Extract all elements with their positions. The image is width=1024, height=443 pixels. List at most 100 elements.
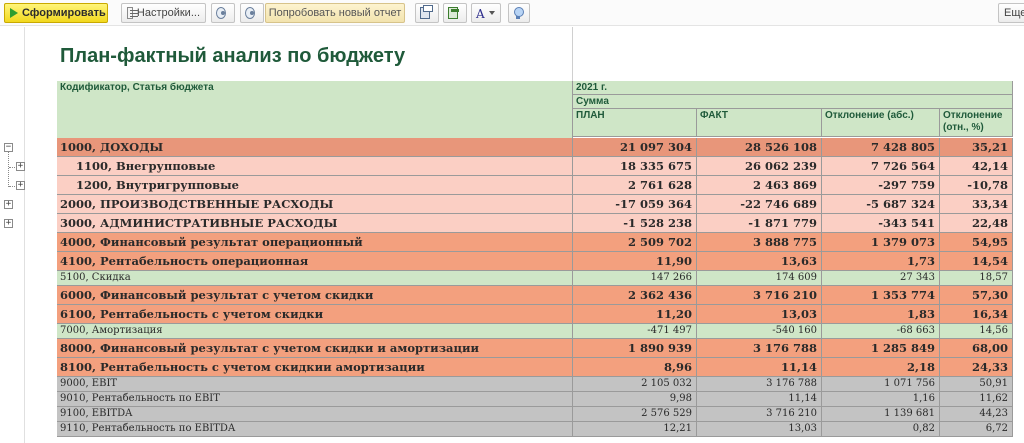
generate-button[interactable]: Сформировать [4,3,108,23]
row-cell-rel[interactable]: 44,23 [940,407,1013,422]
row-label[interactable]: 9110, Рентабельность по EBITDA [57,422,573,437]
row-cell-plan[interactable]: -17 059 364 [573,195,697,214]
row-cell-abs[interactable]: -5 687 324 [822,195,940,214]
row-cell-plan[interactable]: 1 890 939 [573,339,697,358]
row-label[interactable]: 6100, Рентабельность с учетом скидки [57,305,573,324]
try-new-report-button[interactable]: Попробовать новый отчет [265,3,405,23]
variant-settings-button[interactable] [211,3,235,23]
row-cell-abs[interactable]: 1 071 756 [822,377,940,392]
row-cell-fact[interactable]: 13,63 [697,252,822,271]
row-cell-fact[interactable]: 3 716 210 [697,407,822,422]
row-cell-rel[interactable]: 35,21 [940,138,1013,157]
row-cell-plan[interactable]: 2 362 436 [573,286,697,305]
font-menu-button[interactable]: A [471,3,501,23]
row-cell-fact[interactable]: 2 463 869 [697,176,822,195]
more-button[interactable]: Еще [998,3,1024,23]
expand-icon[interactable]: + [16,162,25,171]
row-cell-rel[interactable]: 68,00 [940,339,1013,358]
row-label[interactable]: 1000, ДОХОДЫ [57,138,573,157]
row-label[interactable]: 9010, Рентабельность по EBIT [57,392,573,407]
row-cell-fact[interactable]: 26 062 239 [697,157,822,176]
row-label[interactable]: 5100, Скидка [57,271,573,286]
row-cell-rel[interactable]: 14,54 [940,252,1013,271]
expand-icon[interactable]: + [16,181,25,190]
row-cell-fact[interactable]: 11,14 [697,392,822,407]
row-cell-abs[interactable]: 1 353 774 [822,286,940,305]
row-cell-rel[interactable]: 42,14 [940,157,1013,176]
row-cell-abs[interactable]: 7 726 564 [822,157,940,176]
row-cell-plan[interactable]: 2 509 702 [573,233,697,252]
row-cell-fact[interactable]: 174 609 [697,271,822,286]
row-label[interactable]: 1200, Внутригрупповые [57,176,573,195]
row-cell-abs[interactable]: -68 663 [822,324,940,339]
expand-icon[interactable]: + [4,219,13,228]
row-label[interactable]: 8000, Финансовый результат с учетом скид… [57,339,573,358]
row-cell-rel[interactable]: 24,33 [940,358,1013,377]
row-cell-rel[interactable]: 33,34 [940,195,1013,214]
row-label[interactable]: 4000, Финансовый результат операционный [57,233,573,252]
row-cell-plan[interactable]: 2 761 628 [573,176,697,195]
row-cell-abs[interactable]: -297 759 [822,176,940,195]
expand-icon[interactable]: + [4,200,13,209]
settings-button[interactable]: Настройки... [121,3,206,23]
row-cell-fact[interactable]: 3 176 788 [697,339,822,358]
row-cell-fact[interactable]: 13,03 [697,305,822,324]
row-cell-plan[interactable]: 12,21 [573,422,697,437]
row-cell-plan[interactable]: 147 266 [573,271,697,286]
row-cell-plan[interactable]: -471 497 [573,324,697,339]
row-cell-fact[interactable]: 11,14 [697,358,822,377]
row-label[interactable]: 3000, АДМИНИСТРАТИВНЫЕ РАСХОДЫ [57,214,573,233]
row-cell-fact[interactable]: -22 746 689 [697,195,822,214]
row-cell-abs[interactable]: 1,73 [822,252,940,271]
row-label[interactable]: 2000, ПРОИЗВОДСТВЕННЫЕ РАСХОДЫ [57,195,573,214]
row-cell-abs[interactable]: -343 541 [822,214,940,233]
row-cell-plan[interactable]: 9,98 [573,392,697,407]
row-cell-abs[interactable]: 0,82 [822,422,940,437]
row-cell-fact[interactable]: 28 526 108 [697,138,822,157]
row-cell-plan[interactable]: 18 335 675 [573,157,697,176]
row-cell-abs[interactable]: 1 379 073 [822,233,940,252]
row-cell-abs[interactable]: 7 428 805 [822,138,940,157]
row-label[interactable]: 4100, Рентабельность операционная [57,252,573,271]
row-cell-fact[interactable]: 3 888 775 [697,233,822,252]
print-button[interactable] [415,3,439,23]
row-cell-plan[interactable]: 2 576 529 [573,407,697,422]
row-label[interactable]: 9100, EBITDA [57,407,573,422]
row-cell-abs[interactable]: 27 343 [822,271,940,286]
row-label[interactable]: 1100, Внегрупповые [57,157,573,176]
row-cell-fact[interactable]: 3 176 788 [697,377,822,392]
row-cell-plan[interactable]: 21 097 304 [573,138,697,157]
row-cell-rel[interactable]: 50,91 [940,377,1013,392]
row-cell-rel[interactable]: 16,34 [940,305,1013,324]
row-cell-rel[interactable]: -10,78 [940,176,1013,195]
save-button[interactable] [443,3,467,23]
row-cell-fact[interactable]: 3 716 210 [697,286,822,305]
row-cell-rel[interactable]: 57,30 [940,286,1013,305]
row-cell-plan[interactable]: 2 105 032 [573,377,697,392]
row-cell-plan[interactable]: 11,20 [573,305,697,324]
row-label[interactable]: 9000, EBIT [57,377,573,392]
row-label[interactable]: 6000, Финансовый результат с учетом скид… [57,286,573,305]
row-cell-plan[interactable]: 11,90 [573,252,697,271]
row-cell-fact[interactable]: -1 871 779 [697,214,822,233]
report-options-button[interactable] [240,3,264,23]
row-label[interactable]: 7000, Амортизация [57,324,573,339]
report-sheet[interactable]: План-фактный анализ по бюджету Кодификат… [0,27,1024,443]
row-cell-rel[interactable]: 54,95 [940,233,1013,252]
row-cell-plan[interactable]: -1 528 238 [573,214,697,233]
row-cell-fact[interactable]: -540 160 [697,324,822,339]
row-cell-plan[interactable]: 8,96 [573,358,697,377]
hint-button[interactable] [508,3,530,23]
row-cell-rel[interactable]: 11,62 [940,392,1013,407]
row-cell-rel[interactable]: 6,72 [940,422,1013,437]
row-cell-fact[interactable]: 13,03 [697,422,822,437]
row-cell-abs[interactable]: 2,18 [822,358,940,377]
row-cell-abs[interactable]: 1 139 681 [822,407,940,422]
row-cell-rel[interactable]: 18,57 [940,271,1013,286]
row-cell-abs[interactable]: 1 285 849 [822,339,940,358]
row-cell-rel[interactable]: 14,56 [940,324,1013,339]
row-cell-rel[interactable]: 22,48 [940,214,1013,233]
row-label[interactable]: 8100, Рентабельность с учетом скидкии ам… [57,358,573,377]
row-cell-abs[interactable]: 1,83 [822,305,940,324]
row-cell-abs[interactable]: 1,16 [822,392,940,407]
